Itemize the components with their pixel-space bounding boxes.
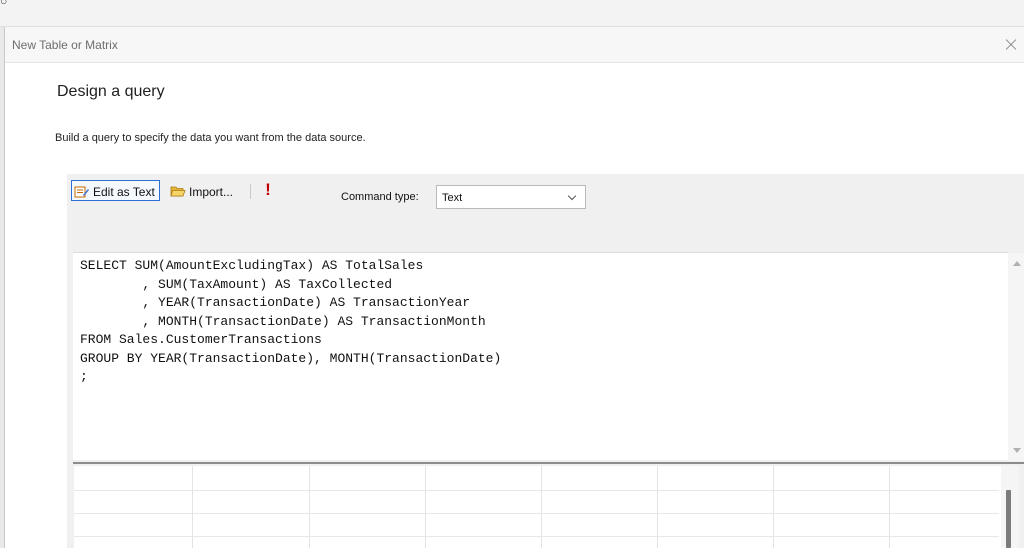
command-type-select[interactable]: Text — [436, 185, 586, 209]
grid-scrollbar-thumb[interactable] — [1006, 490, 1011, 548]
import-label: Import... — [189, 184, 234, 199]
close-icon[interactable] — [999, 33, 1023, 57]
scroll-down-icon[interactable] — [1013, 448, 1021, 453]
dialog-title: New Table or Matrix — [12, 38, 118, 52]
folder-open-icon — [170, 186, 186, 197]
new-table-or-matrix-dialog: New Table or Matrix Design a query Build… — [4, 27, 1024, 548]
results-grid[interactable] — [74, 466, 1019, 548]
grid-scrollbar[interactable] — [1001, 466, 1019, 548]
query-scrollbar[interactable] — [1008, 253, 1024, 461]
query-text-editor[interactable]: SELECT SUM(AmountExcludingTax) AS TotalS… — [73, 252, 1024, 461]
page-heading: Design a query — [57, 83, 165, 100]
grid-row-divider — [74, 513, 999, 514]
query-designer: Edit as Text Import... ! Command type: T… — [67, 174, 1024, 548]
background-strip-text: ○ — [0, 0, 8, 8]
page-description: Build a query to specify the data you wa… — [55, 132, 366, 144]
command-type-value: Text — [442, 192, 463, 204]
exclamation-run-icon[interactable]: ! — [262, 179, 274, 201]
edit-as-text-label: Edit as Text — [93, 184, 155, 199]
dialog-titlebar: New Table or Matrix — [5, 27, 1024, 63]
toolbar-separator — [250, 184, 251, 199]
pane-splitter[interactable] — [73, 462, 1024, 464]
chevron-down-icon — [567, 191, 577, 201]
command-type-label: Command type: — [341, 191, 419, 203]
query-toolbar: Edit as Text Import... ! Command type: T… — [67, 174, 1024, 224]
edit-text-icon — [74, 186, 89, 197]
import-button[interactable]: Import... — [170, 180, 233, 201]
scroll-up-icon[interactable] — [1013, 261, 1021, 266]
grid-row-divider — [74, 536, 999, 537]
background-browser-strip: ○ — [0, 0, 1024, 27]
edit-as-text-button[interactable]: Edit as Text — [71, 180, 160, 201]
grid-row-divider — [74, 490, 999, 491]
query-text: SELECT SUM(AmountExcludingTax) AS TotalS… — [80, 258, 502, 384]
